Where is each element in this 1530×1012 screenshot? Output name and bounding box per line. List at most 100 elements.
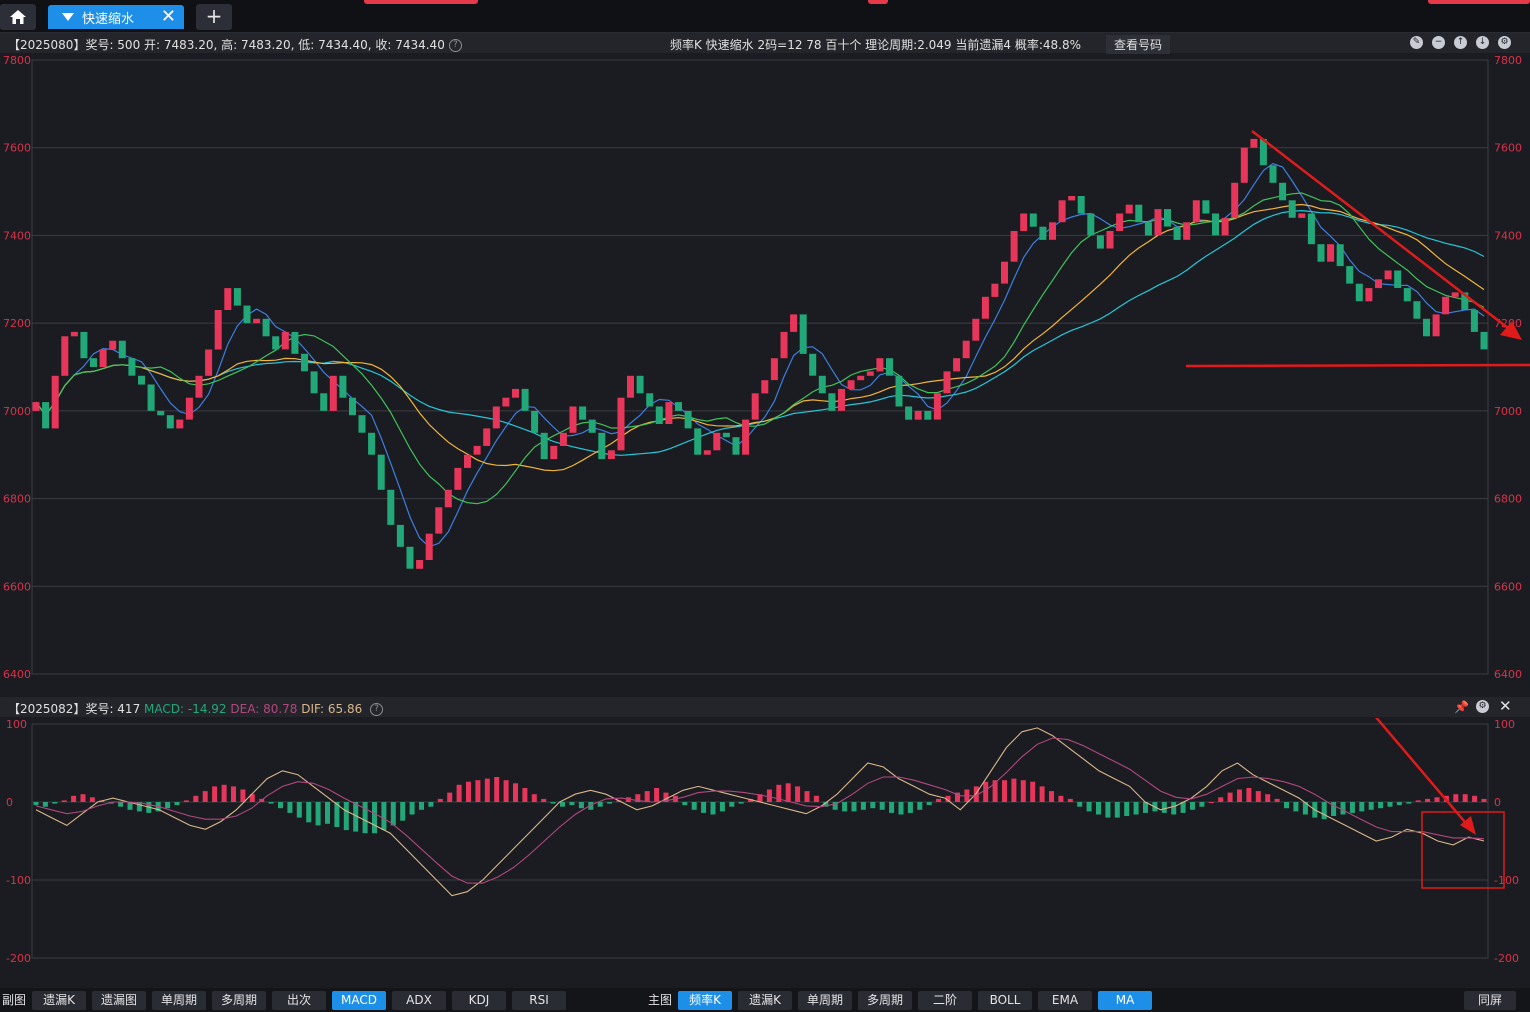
macd-bar xyxy=(607,802,613,804)
close-panel-icon[interactable]: ✕ xyxy=(1499,697,1512,715)
sub-chart-button[interactable]: 出次 xyxy=(272,991,326,1010)
candle xyxy=(1135,204,1143,223)
main-chart-button[interactable]: MA xyxy=(1098,991,1152,1010)
view-numbers-button[interactable]: 查看号码 xyxy=(1106,35,1171,54)
candle xyxy=(655,406,663,424)
macd-bar xyxy=(1255,791,1261,802)
home-button[interactable] xyxy=(0,4,36,30)
main-chart-button[interactable]: EMA xyxy=(1038,991,1092,1010)
candle xyxy=(1346,266,1354,284)
macd-bar xyxy=(475,780,481,802)
zoom-out-icon[interactable]: − xyxy=(1432,36,1445,49)
main-chart-button[interactable]: 二阶 xyxy=(918,991,972,1010)
candle xyxy=(1202,200,1210,214)
macd-bar xyxy=(983,781,989,802)
plot-frame xyxy=(31,723,1489,959)
candle xyxy=(214,310,222,350)
macd-chart[interactable]: 100 100 0 0 -100 -100 -200 -200 xyxy=(0,718,1530,986)
macd-bar xyxy=(691,802,697,810)
macd-bar xyxy=(1218,797,1224,802)
tab-active[interactable]: 快速缩水 ✕ xyxy=(48,5,184,29)
sync-screen-button[interactable]: 同屏 xyxy=(1464,991,1516,1010)
ma30-line xyxy=(35,192,1485,505)
sub-chart-button[interactable]: ADX xyxy=(392,991,446,1010)
candle xyxy=(646,393,654,407)
candle xyxy=(416,560,424,569)
candle xyxy=(512,388,519,398)
candle xyxy=(924,410,932,420)
macd-bar xyxy=(513,783,518,802)
macd-bar xyxy=(1067,798,1073,802)
main-chart-button[interactable]: BOLL xyxy=(978,991,1032,1010)
pin-icon[interactable]: 📌 xyxy=(1454,700,1469,714)
candle xyxy=(933,393,941,420)
sub-chart-button[interactable]: 遗漏图 xyxy=(92,991,146,1010)
candle xyxy=(1001,261,1008,284)
macd-bar xyxy=(1321,802,1327,820)
new-tab-button[interactable]: + xyxy=(196,4,232,30)
y-tick-label: 6600 xyxy=(3,580,31,593)
macd-bar xyxy=(1340,802,1346,815)
candle xyxy=(732,437,740,455)
candle xyxy=(559,432,567,446)
help-icon[interactable]: ? xyxy=(448,39,462,52)
macd-bar xyxy=(729,802,735,807)
close-tab-icon[interactable]: ✕ xyxy=(161,6,176,28)
sub-chart-button[interactable]: 遗漏K xyxy=(32,991,86,1010)
sub-chart-label: 副图 xyxy=(2,993,27,1007)
arrow-up-icon[interactable]: ↑ xyxy=(1454,36,1467,49)
candle xyxy=(943,371,951,394)
macd-bar xyxy=(1161,802,1167,813)
candle xyxy=(368,432,376,455)
candle xyxy=(1317,244,1325,262)
candle xyxy=(329,375,337,411)
macd-bar xyxy=(1462,794,1468,802)
macd-bar xyxy=(118,802,124,807)
macd-bar xyxy=(193,795,199,802)
macd-bar xyxy=(202,791,208,802)
macd-stats: 【2025082】奖号: 417 MACD: -14.92 DEA: 80.78… xyxy=(8,700,384,717)
candle xyxy=(780,331,788,359)
main-chart-button[interactable]: 单周期 xyxy=(798,991,852,1010)
sub-chart-button[interactable]: MACD xyxy=(332,991,386,1010)
dif-line xyxy=(35,727,1485,897)
candle xyxy=(1451,292,1459,297)
sub-chart-button[interactable]: 单周期 xyxy=(152,991,206,1010)
macd-bar xyxy=(597,802,603,807)
draw-tool-icon[interactable]: ✎ xyxy=(1410,36,1423,49)
settings-gear-icon[interactable]: ⚙ xyxy=(1476,700,1489,713)
macd-bar xyxy=(1105,802,1111,818)
candle xyxy=(1020,213,1028,231)
macd-bar xyxy=(80,794,86,802)
candle xyxy=(1336,244,1344,267)
candle xyxy=(713,432,721,451)
sub-chart-button[interactable]: KDJ xyxy=(452,991,506,1010)
chart-info: 频率K 快速缩水 2码=12 78 百十个 理论周期:2.049 当前遗漏4 概… xyxy=(670,38,1081,52)
candle xyxy=(1125,204,1133,214)
candle xyxy=(1116,213,1124,231)
arrow-down-icon[interactable]: ↓ xyxy=(1476,36,1489,49)
y-tick-label: 6800 xyxy=(1494,493,1522,506)
macd-bar xyxy=(174,802,180,806)
candlestick-chart[interactable]: 7800 78007600 76007400 74007200 72007000 7000… xyxy=(0,53,1530,693)
y-tick-label: 7200 xyxy=(3,317,31,330)
macd-bar xyxy=(456,784,462,802)
macd-bar xyxy=(503,780,509,802)
help-icon[interactable]: ? xyxy=(370,703,384,716)
macd-bar xyxy=(654,788,660,802)
settings-gear-icon[interactable]: ⚙ xyxy=(1498,36,1511,49)
candle xyxy=(886,358,893,376)
sub-chart-button[interactable]: RSI xyxy=(512,991,566,1010)
macd-bar xyxy=(1481,798,1487,802)
sub-chart-button[interactable]: 多周期 xyxy=(212,991,266,1010)
macd-bar xyxy=(221,784,227,802)
macd-bar xyxy=(1387,802,1393,807)
home-icon xyxy=(10,10,26,24)
candle xyxy=(1192,200,1200,223)
macd-bar xyxy=(1425,798,1431,802)
dropdown-caret-icon xyxy=(62,13,74,21)
main-chart-button[interactable]: 遗漏K xyxy=(738,991,792,1010)
candle xyxy=(320,393,328,411)
main-chart-button[interactable]: 多周期 xyxy=(858,991,912,1010)
main-chart-button[interactable]: 频率K xyxy=(678,991,732,1010)
